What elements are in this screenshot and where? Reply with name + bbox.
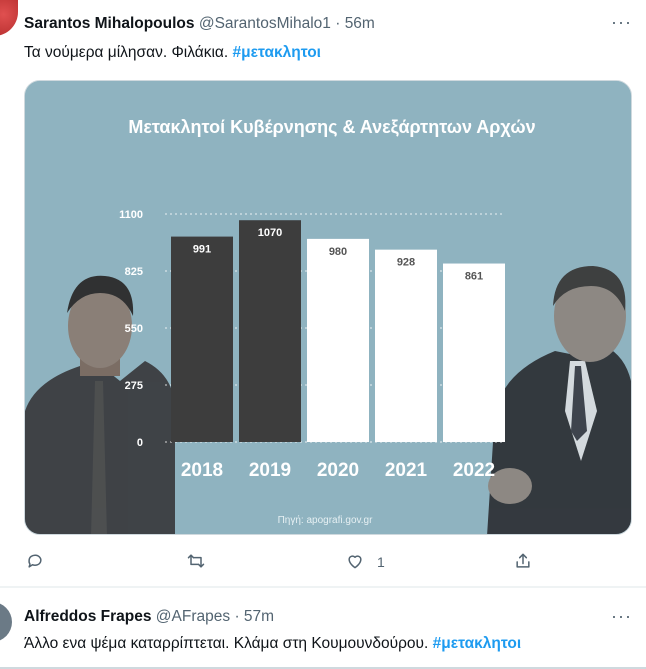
like-icon[interactable] bbox=[345, 551, 365, 574]
separator: · bbox=[335, 15, 341, 32]
hashtag-link[interactable]: #μετακλητοι bbox=[433, 635, 521, 652]
retweet-button[interactable] bbox=[186, 551, 206, 573]
x-tick-label: 2019 bbox=[249, 460, 291, 481]
tweet-1[interactable]: Sarantos Mihalopoulos @SarantosMihalo1 ·… bbox=[0, 0, 646, 586]
share-icon[interactable] bbox=[513, 551, 533, 574]
more-icon[interactable]: ··· bbox=[611, 606, 632, 627]
tweet-header: Sarantos Mihalopoulos @SarantosMihalo1 ·… bbox=[24, 15, 375, 33]
like-button[interactable]: 1 bbox=[345, 551, 385, 573]
chart-source: Πηγή: apografi.gov.gr bbox=[278, 514, 374, 526]
bar-value-label: 928 bbox=[397, 257, 415, 269]
x-tick-label: 2020 bbox=[317, 460, 359, 481]
avatar[interactable] bbox=[0, 0, 18, 36]
tweet-text: Τα νούμερα μίλησαν. Φιλάκια. #μετακλητοι bbox=[24, 44, 321, 62]
timestamp[interactable]: 56m bbox=[345, 15, 375, 32]
avatar[interactable] bbox=[0, 602, 12, 642]
y-tick-label: 825 bbox=[125, 266, 143, 278]
chart-title: Μετακλητοί Κυβέρνησης & Ανεξάρτητων Αρχώ… bbox=[128, 117, 535, 138]
tweet-actions: 1 bbox=[0, 548, 646, 578]
share-button[interactable] bbox=[513, 551, 533, 573]
tweet-text: Άλλο ενα ψέμα καταρρίπτεται. Κλάμα στη Κ… bbox=[24, 635, 521, 653]
tweet-2[interactable]: Alfreddos Frapes @AFrapes · 57m ··· Άλλο… bbox=[0, 588, 646, 669]
x-tick-label: 2021 bbox=[385, 460, 428, 481]
bar-value-label: 980 bbox=[329, 246, 347, 258]
tweet-body: Άλλο ενα ψέμα καταρρίπτεται. Κλάμα στη Κ… bbox=[24, 635, 429, 652]
y-tick-label: 1100 bbox=[119, 209, 143, 221]
bar-chart: Μετακλητοί Κυβέρνησης & Ανεξάρτητων Αρχώ… bbox=[25, 81, 631, 534]
y-tick-label: 275 bbox=[125, 380, 143, 392]
author-name[interactable]: Alfreddos Frapes bbox=[24, 608, 151, 625]
reply-icon[interactable] bbox=[25, 551, 45, 574]
bar-2019 bbox=[239, 220, 301, 442]
separator: · bbox=[234, 608, 240, 625]
x-tick-label: 2022 bbox=[453, 460, 495, 481]
x-tick-label: 2018 bbox=[181, 460, 223, 481]
hashtag-link[interactable]: #μετακλητοι bbox=[233, 44, 321, 61]
tweet-header: Alfreddos Frapes @AFrapes · 57m bbox=[24, 608, 274, 626]
more-icon[interactable]: ··· bbox=[611, 12, 632, 33]
timestamp[interactable]: 57m bbox=[244, 608, 274, 625]
reply-button[interactable] bbox=[25, 551, 45, 573]
tweet-media-image[interactable]: Μετακλητοί Κυβέρνησης & Ανεξάρτητων Αρχώ… bbox=[24, 80, 632, 535]
bar-2018 bbox=[171, 236, 233, 442]
author-handle[interactable]: @SarantosMihalo1 bbox=[199, 15, 331, 32]
bar-value-label: 991 bbox=[193, 244, 211, 256]
retweet-icon[interactable] bbox=[186, 551, 206, 574]
y-tick-label: 550 bbox=[125, 323, 143, 335]
bar-2020 bbox=[307, 238, 369, 442]
bar-value-label: 1070 bbox=[258, 227, 282, 239]
bar-2022 bbox=[443, 263, 505, 442]
y-tick-label: 0 bbox=[137, 437, 143, 449]
author-name[interactable]: Sarantos Mihalopoulos bbox=[24, 15, 195, 32]
author-handle[interactable]: @AFrapes bbox=[156, 608, 230, 625]
bar-2021 bbox=[375, 249, 437, 442]
tweet-body: Τα νούμερα μίλησαν. Φιλάκια. bbox=[24, 44, 229, 61]
bar-value-label: 861 bbox=[465, 271, 483, 283]
like-count: 1 bbox=[377, 554, 385, 570]
